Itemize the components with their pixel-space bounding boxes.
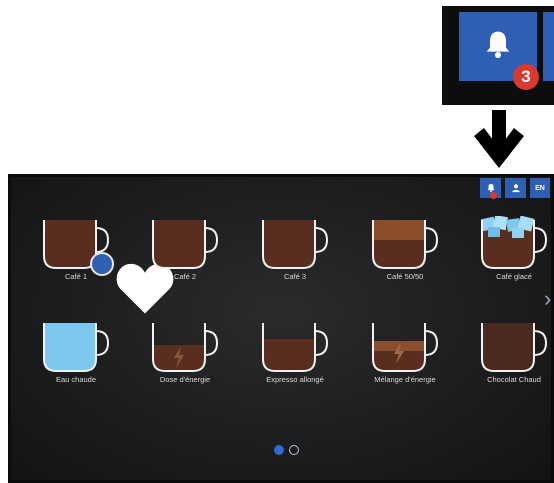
iced-coffee-cup-icon [480, 216, 548, 269]
notification-button-zoomed[interactable]: 3 [459, 12, 539, 90]
user-icon [511, 184, 520, 193]
drink-tile-dose-energie[interactable]: Dose d'énergie [131, 313, 221, 403]
drink-tile-cafe-3[interactable]: Café 3 [241, 210, 331, 300]
drink-tile-cafe-2[interactable]: Café 2 [131, 210, 221, 300]
energy-cup-icon [372, 323, 439, 372]
page-dot-2[interactable] [289, 445, 299, 455]
next-page-arrow[interactable]: › [544, 288, 551, 310]
coffee-machine-screen: EN Café 1 Café 2 Café 3 Café 50/50 Café … [8, 174, 554, 483]
drink-label: Café glacé [496, 272, 532, 281]
notification-count-badge: 3 [513, 64, 539, 90]
chocolate-cup-icon [481, 323, 548, 372]
water-cup-icon [43, 323, 110, 372]
energy-cup-icon [152, 323, 219, 372]
bell-icon [486, 31, 510, 59]
notifications-button[interactable] [480, 178, 501, 199]
coffee-cup-icon [152, 220, 219, 269]
drink-label: Café 50/50 [386, 272, 424, 281]
top-toolbar: EN [480, 178, 550, 200]
drink-label: Café 2 [173, 272, 197, 281]
drink-label: Expresso allongé [266, 375, 324, 384]
notification-dot [490, 192, 497, 199]
profile-button[interactable] [505, 178, 526, 198]
drink-tile-cafe-1[interactable]: Café 1 [22, 210, 174, 314]
page-dot-1[interactable] [274, 445, 284, 455]
drink-label: Eau chaude [55, 375, 97, 384]
drink-label: Café 3 [283, 272, 307, 281]
drink-label: Café 1 [64, 272, 88, 281]
notification-callout: 3 [442, 6, 554, 105]
drink-label: Dose d'énergie [159, 375, 211, 384]
adjacent-button-edge [543, 12, 554, 81]
drink-tile-chocolat-chaud[interactable]: Chocolat Chaud [460, 313, 550, 403]
pagination [274, 445, 299, 455]
drink-label: Mélange d'énergie [374, 375, 436, 384]
drink-tile-cafe-50-50[interactable]: Café 50/50 [351, 210, 441, 300]
drink-tile-melange-energie[interactable]: Mélange d'énergie [351, 313, 441, 403]
drink-label: Chocolat Chaud [487, 375, 541, 384]
coffee-cup-icon [262, 323, 329, 372]
coffee-cup-icon [372, 220, 439, 269]
language-button[interactable]: EN [530, 178, 550, 198]
drink-tile-cafe-glace[interactable]: Café glacé [460, 210, 550, 300]
down-arrow-icon [474, 110, 524, 168]
coffee-cup-icon [262, 220, 329, 269]
drink-tile-eau-chaude[interactable]: Eau chaude [22, 313, 112, 403]
drink-tile-expresso-allonge[interactable]: Expresso allongé [241, 313, 331, 403]
